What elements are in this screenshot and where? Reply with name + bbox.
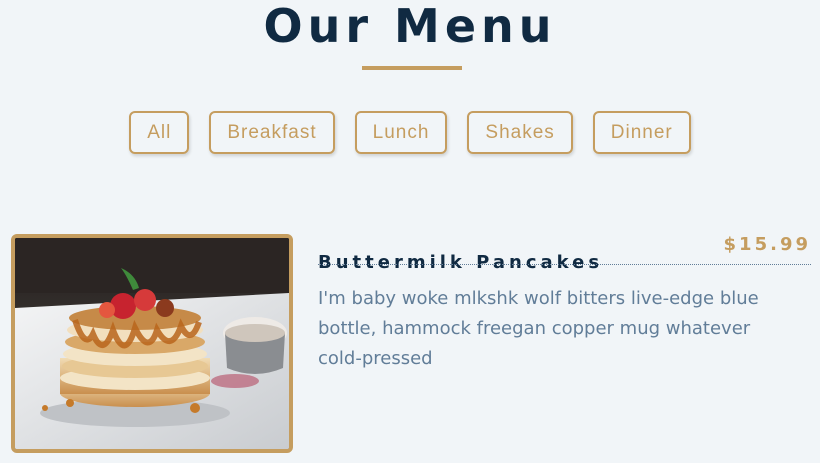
pancakes-photo-illustration [15, 238, 289, 449]
menu-page: Our Menu All Breakfast Lunch Shakes Dinn… [0, 0, 820, 463]
menu-item-title: Buttermilk Pancakes [318, 252, 604, 273]
menu-item-photo [11, 234, 293, 453]
page-title: Our Menu [263, 0, 557, 53]
filter-button-lunch[interactable]: Lunch [354, 111, 448, 154]
menu-item-description: I'm baby woke mlkshk wolf bitters live-e… [318, 288, 759, 369]
menu-item-price: $15.99 [723, 234, 811, 255]
filter-button-dinner[interactable]: Dinner [592, 111, 691, 154]
filter-button-group: All Breakfast Lunch Shakes Dinner [0, 111, 820, 154]
filter-button-all[interactable]: All [129, 111, 190, 154]
filter-button-shakes[interactable]: Shakes [467, 111, 573, 154]
title-underline [362, 66, 462, 70]
filter-button-breakfast[interactable]: Breakfast [209, 111, 335, 154]
menu-item-card: Buttermilk Pancakes $15.99 I'm baby woke… [11, 234, 811, 454]
menu-item-divider [318, 264, 811, 265]
